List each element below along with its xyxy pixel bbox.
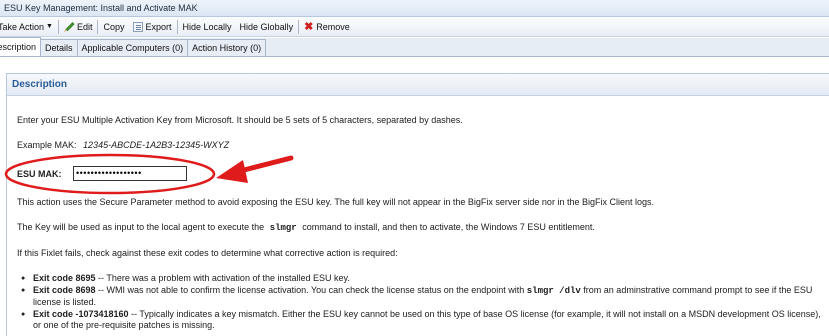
pencil-icon [62, 19, 76, 33]
exit-code: Exit code -1073418160 [33, 309, 129, 319]
remove-icon: ✖ [304, 20, 314, 33]
copy-button[interactable]: Copy [99, 17, 128, 37]
export-label: Export [145, 21, 172, 32]
key-use-text: The Key will be used as input to the loc… [17, 222, 595, 233]
exit-code-list: Exit code 8695 -- There was a problem wi… [21, 273, 821, 332]
example-value: 12345-ABCDE-1A2B3-12345-WXYZ [83, 140, 230, 150]
list-item: Exit code -1073418160 -- Typically indic… [21, 309, 821, 331]
tab-action-history-label: Action History (0) [192, 43, 262, 53]
hide-globally-label: Hide Globally [239, 21, 294, 32]
tab-description[interactable]: Description [0, 37, 42, 56]
tab-bar: Description Details Applicable Computers… [0, 37, 829, 57]
exit-code: Exit code 8698 [33, 285, 96, 295]
toolbar-separator [97, 19, 99, 34]
exit-code-text: -- WMI was not able to confirm the licen… [95, 285, 527, 295]
exit-code: Exit code 8695 [33, 273, 96, 283]
chevron-down-icon: ▼ [46, 23, 53, 30]
export-icon [132, 21, 143, 32]
content-area: Description Enter your ESU Multiple Acti… [0, 57, 829, 336]
export-button[interactable]: Export [129, 17, 176, 37]
list-item: Exit code 8698 -- WMI was not able to co… [21, 285, 821, 308]
intro-text: Enter your ESU Multiple Activation Key f… [17, 115, 463, 125]
take-action-label: Take Action [0, 21, 45, 32]
tab-details[interactable]: Details [40, 39, 78, 56]
toolbar-separator [57, 19, 59, 34]
key-use-pre: The Key will be used as input to the loc… [17, 222, 265, 232]
tab-applicable-computers[interactable]: Applicable Computers (0) [76, 39, 189, 56]
tab-action-history[interactable]: Action History (0) [187, 39, 267, 56]
tab-description-label: Description [0, 42, 37, 52]
remove-label: Remove [316, 21, 350, 32]
exit-code-text: -- There was a problem with activation o… [95, 273, 350, 283]
exit-code-text: -- Typically indicates a key mismatch. E… [33, 309, 821, 330]
take-action-button[interactable]: Take Action ▼ [0, 17, 57, 37]
hide-locally-label: Hide Locally [182, 21, 232, 32]
hide-locally-button[interactable]: Hide Locally [179, 17, 236, 37]
tab-applicable-computers-label: Applicable Computers (0) [81, 43, 184, 53]
hide-globally-button[interactable]: Hide Globally [236, 17, 298, 37]
toolbar-separator [298, 19, 300, 34]
window-title: ESU Key Management: Install and Activate… [0, 0, 829, 17]
list-item: Exit code 8695 -- There was a problem wi… [21, 273, 821, 284]
esu-mak-label: ESU MAK: [17, 169, 62, 179]
secure-param-text: This action uses the Secure Parameter me… [17, 197, 654, 207]
description-header: Description [7, 74, 829, 96]
esu-mak-input[interactable]: •••••••••••••••••• [73, 166, 187, 181]
edit-label: Edit [76, 21, 93, 32]
example-label: Example MAK: [17, 140, 77, 150]
edit-button[interactable]: Edit [60, 17, 97, 37]
esu-row: ESU MAK: •••••••••••••••••• [17, 166, 197, 183]
copy-label: Copy [103, 21, 125, 32]
toolbar: Take Action ▼ Edit Copy Export Hide Loca… [0, 17, 829, 37]
example-row: Example MAK: 12345-ABCDE-1A2B3-12345-WXY… [17, 140, 229, 150]
slmgr-dlv-command: slmgr /dlv [526, 286, 581, 296]
remove-button[interactable]: ✖ Remove [300, 17, 354, 37]
key-use-post: command to install, and then to activate… [302, 222, 595, 232]
toolbar-separator [176, 19, 178, 34]
slmgr-command: slmgr [269, 223, 297, 233]
fail-text: If this Fixlet fails, check against thes… [17, 248, 398, 258]
description-panel: Description Enter your ESU Multiple Acti… [6, 73, 829, 336]
tab-details-label: Details [45, 43, 73, 53]
